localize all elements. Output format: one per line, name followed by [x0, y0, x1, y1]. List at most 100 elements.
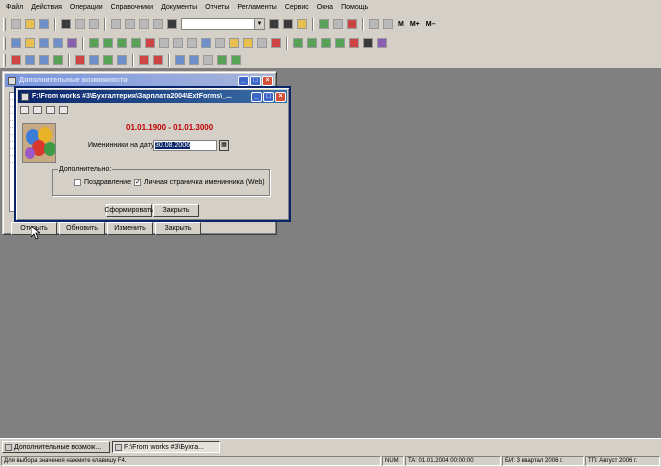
- chevron-down-icon[interactable]: ▼: [254, 19, 264, 29]
- search-combo[interactable]: ▼: [181, 18, 265, 30]
- task-additional-features[interactable]: Дополнительные возмож...: [2, 441, 110, 453]
- close-icon[interactable]: ×: [275, 91, 286, 102]
- reference-icon[interactable]: [369, 19, 379, 29]
- book-icon[interactable]: [39, 38, 49, 48]
- clipboard-icon[interactable]: [347, 19, 357, 29]
- close-button[interactable]: Закрыть: [155, 222, 201, 235]
- save-icon[interactable]: [39, 19, 49, 29]
- menu-windows[interactable]: Окна: [313, 4, 337, 11]
- close-button[interactable]: Закрыть: [153, 204, 199, 217]
- birthday-date-field[interactable]: 30.08.2006: [153, 140, 217, 151]
- print-icon[interactable]: [20, 106, 29, 114]
- menu-operations[interactable]: Операции: [66, 4, 107, 11]
- memory-button[interactable]: M: [398, 21, 404, 28]
- accruals-icon[interactable]: [89, 55, 99, 65]
- minimize-icon[interactable]: _: [251, 91, 262, 102]
- menu-file[interactable]: Файл: [2, 4, 27, 11]
- grid-icon[interactable]: [11, 55, 21, 65]
- open-folder-icon[interactable]: [25, 19, 35, 29]
- catalog-icon[interactable]: [25, 55, 35, 65]
- toolbar-grip[interactable]: [3, 17, 6, 31]
- transactions-icon[interactable]: [103, 38, 113, 48]
- info-icon[interactable]: [383, 19, 393, 29]
- refresh-icon[interactable]: [217, 55, 227, 65]
- redo-icon[interactable]: [153, 19, 163, 29]
- close-icon[interactable]: ×: [262, 75, 273, 86]
- menu-reports[interactable]: Отчеты: [201, 4, 233, 11]
- window-icon[interactable]: [175, 55, 185, 65]
- personal-page-checkbox[interactable]: ✓: [134, 179, 141, 186]
- toolbar-grip[interactable]: [3, 53, 6, 67]
- minimize-icon[interactable]: _: [238, 75, 249, 86]
- cube-icon[interactable]: [377, 38, 387, 48]
- toolbar-grip[interactable]: [3, 36, 6, 50]
- payroll-icon[interactable]: [75, 55, 85, 65]
- maximize-icon[interactable]: □: [263, 91, 274, 102]
- contrast-icon[interactable]: [363, 38, 373, 48]
- paste-icon[interactable]: [89, 19, 99, 29]
- cut-icon[interactable]: [61, 19, 71, 29]
- copy-icon[interactable]: [75, 19, 85, 29]
- form-button[interactable]: Сформировать: [104, 204, 154, 217]
- ledger-icon[interactable]: [53, 38, 63, 48]
- print-preview-icon[interactable]: [33, 106, 42, 114]
- import-icon[interactable]: [335, 38, 345, 48]
- memory-minus-button[interactable]: M–: [426, 21, 436, 28]
- staff-icon[interactable]: [39, 55, 49, 65]
- balance-icon[interactable]: [159, 38, 169, 48]
- entries-icon[interactable]: [117, 38, 127, 48]
- export-icon[interactable]: [321, 38, 331, 48]
- turnover-icon[interactable]: [173, 38, 183, 48]
- cascade-icon[interactable]: [203, 55, 213, 65]
- cancel-icon[interactable]: [349, 38, 359, 48]
- menu-help[interactable]: Помощь: [337, 4, 372, 11]
- calendar-icon[interactable]: [333, 19, 343, 29]
- dialog-titlebar[interactable]: F:\From works #3\Бухгалтерия\Зарплата200…: [18, 90, 287, 103]
- record-icon[interactable]: [139, 55, 149, 65]
- task-birthdays-dialog[interactable]: F:\From works #3\Бухга...: [112, 441, 220, 453]
- menu-regulations[interactable]: Регламенты: [233, 4, 280, 11]
- folder-icon[interactable]: [25, 38, 35, 48]
- columns-icon[interactable]: [53, 55, 63, 65]
- find-next-icon[interactable]: [269, 19, 279, 29]
- calendar-icon[interactable]: ▦: [219, 140, 229, 151]
- menu-actions[interactable]: Действия: [27, 4, 66, 11]
- cards-icon[interactable]: [201, 38, 211, 48]
- find-previous-icon[interactable]: [283, 19, 293, 29]
- help-icon[interactable]: [59, 106, 68, 114]
- calculator-icon[interactable]: [319, 19, 329, 29]
- greeting-checkbox[interactable]: [74, 179, 81, 186]
- help-icon[interactable]: [297, 19, 307, 29]
- undo-icon[interactable]: [139, 19, 149, 29]
- tiles-icon[interactable]: [189, 55, 199, 65]
- print-icon[interactable]: [111, 19, 121, 29]
- deductions-icon[interactable]: [103, 55, 113, 65]
- chart-icon[interactable]: [229, 38, 239, 48]
- settings-icon[interactable]: [231, 55, 241, 65]
- menu-service[interactable]: Сервис: [281, 4, 313, 11]
- operations-icon[interactable]: [89, 38, 99, 48]
- edit-button[interactable]: Изменить: [107, 222, 153, 235]
- analysis-icon[interactable]: [187, 38, 197, 48]
- memory-plus-button[interactable]: M+: [410, 21, 420, 28]
- report-icon[interactable]: [145, 38, 155, 48]
- refresh-button[interactable]: Обновить: [59, 222, 105, 235]
- accounts-icon[interactable]: [131, 38, 141, 48]
- menu-references[interactable]: Справочники: [107, 4, 157, 11]
- table-icon[interactable]: [215, 38, 225, 48]
- delete-icon[interactable]: [271, 38, 281, 48]
- statement-icon[interactable]: [117, 55, 127, 65]
- list-icon[interactable]: [257, 38, 267, 48]
- edit-icon[interactable]: [67, 38, 77, 48]
- summary-icon[interactable]: [243, 38, 253, 48]
- journal-icon[interactable]: [11, 38, 21, 48]
- maximize-icon[interactable]: □: [250, 75, 261, 86]
- new-document-icon[interactable]: [11, 19, 21, 29]
- forward-icon[interactable]: [153, 55, 163, 65]
- globe-icon[interactable]: [293, 38, 303, 48]
- print-preview-icon[interactable]: [125, 19, 135, 29]
- menu-documents[interactable]: Документы: [157, 4, 201, 11]
- page-icon[interactable]: [46, 106, 55, 114]
- network-icon[interactable]: [307, 38, 317, 48]
- binoculars-icon[interactable]: [167, 19, 177, 29]
